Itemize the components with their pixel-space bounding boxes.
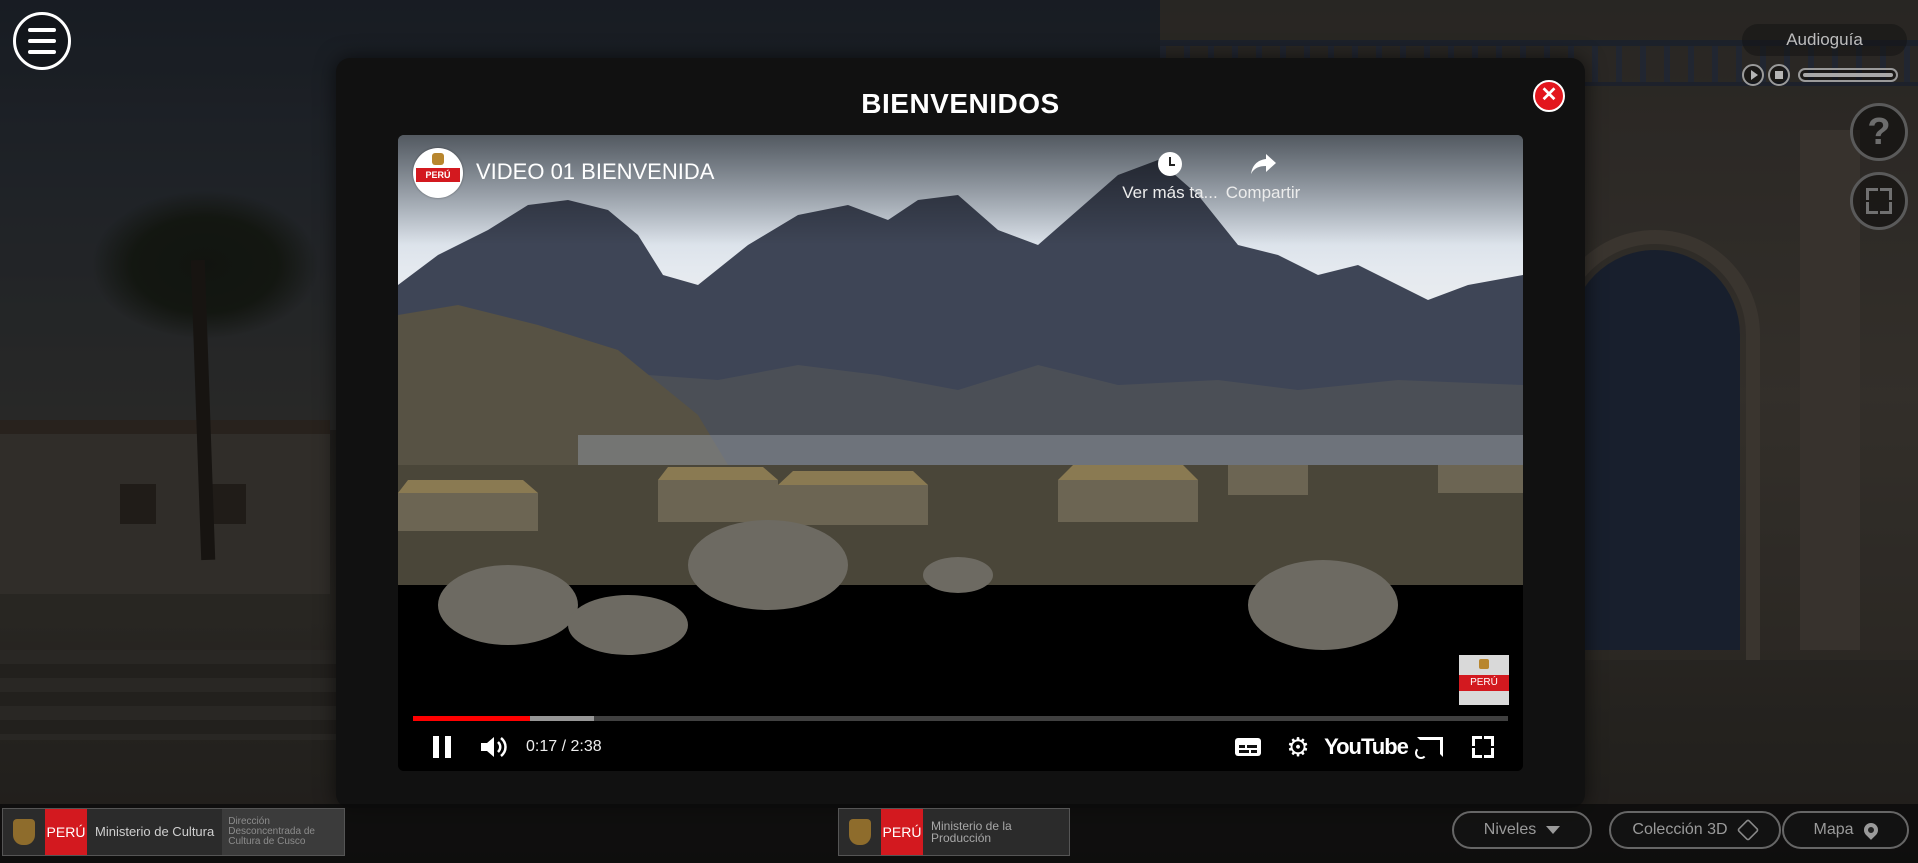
hamburger-icon	[28, 39, 56, 43]
fullscreen-icon	[1472, 736, 1494, 758]
share-icon	[1251, 154, 1276, 174]
audioguide-title: Audioguía	[1742, 24, 1907, 56]
cast-icon	[1415, 737, 1443, 759]
modal-title: BIENVENIDOS	[861, 88, 1060, 119]
watch-later-label: Ver más ta...	[1122, 183, 1218, 202]
watermark-text: PERÚ	[1459, 675, 1509, 691]
modal-close-button[interactable]: ✕	[1533, 80, 1565, 112]
play-icon	[1750, 70, 1758, 80]
audioguide-stop-button[interactable]	[1768, 64, 1790, 86]
chevron-down-icon	[1546, 826, 1561, 834]
cast-button[interactable]	[1413, 727, 1447, 767]
share-label: Compartir	[1225, 183, 1301, 202]
video-top-shade	[398, 135, 1523, 245]
youtube-logo-link[interactable]: YouTube	[1324, 727, 1409, 767]
audioguide-controls	[1742, 64, 1898, 86]
close-icon: ✕	[1540, 84, 1558, 106]
logo-sub-text: Dirección Desconcentrada de Cultura de C…	[222, 809, 345, 855]
share-button[interactable]: Compartir	[1213, 149, 1313, 203]
gear-icon: ⚙	[1286, 731, 1310, 762]
video-time: 0:17 / 2:38	[526, 738, 602, 755]
logo-peru-text: PERÚ	[45, 809, 87, 855]
collection-label: Colección 3D	[1632, 821, 1728, 838]
levels-label: Niveles	[1483, 821, 1537, 838]
volume-button[interactable]	[476, 727, 512, 767]
pause-button[interactable]	[426, 727, 458, 767]
peru-crest-icon	[1479, 659, 1489, 669]
subtitles-icon	[1235, 738, 1261, 756]
video-player[interactable]: PERÚ VIDEO 01 BIENVENIDA Ver más ta... C…	[398, 135, 1523, 771]
fullscreen-icon	[1866, 188, 1892, 214]
video-progress-bar[interactable]	[413, 716, 1508, 721]
logo-ministry-text: Ministerio de Cultura	[87, 809, 223, 855]
peru-crest-icon	[3, 809, 45, 855]
stop-icon	[1775, 71, 1783, 79]
pause-icon	[433, 736, 439, 758]
levels-dropdown[interactable]: Niveles	[1452, 811, 1592, 849]
video-title[interactable]: VIDEO 01 BIENVENIDA	[476, 159, 714, 185]
ministry-production-logo[interactable]: PERÚ Ministerio de la Producción	[838, 808, 1070, 856]
ministry-culture-logo[interactable]: PERÚ Ministerio de Cultura Dirección Des…	[2, 808, 346, 856]
pause-icon	[445, 736, 451, 758]
volume-icon	[481, 737, 507, 757]
video-frame	[398, 135, 1523, 771]
audioguide-progress-fill	[1803, 73, 1893, 77]
video-watermark[interactable]: PERÚ	[1459, 655, 1509, 705]
map-label: Mapa	[1813, 821, 1854, 838]
help-button[interactable]: ?	[1850, 103, 1908, 161]
video-controls: 0:17 / 2:38 ⚙ YouTube	[398, 727, 1523, 767]
audioguide-play-button[interactable]	[1742, 64, 1764, 86]
subtitles-button[interactable]	[1233, 727, 1263, 767]
watch-later-button[interactable]: Ver más ta...	[1120, 149, 1220, 203]
map-pin-icon	[1860, 820, 1881, 840]
map-button[interactable]: Mapa	[1782, 811, 1909, 849]
video-played-fill	[413, 716, 531, 721]
peru-crest-icon	[432, 153, 444, 165]
menu-button[interactable]	[13, 12, 71, 70]
hamburger-icon	[28, 28, 56, 32]
cube-icon	[1736, 818, 1759, 842]
channel-logo-text: PERÚ	[416, 168, 460, 182]
video-fullscreen-button[interactable]	[1466, 727, 1500, 767]
logo-peru-text: PERÚ	[881, 809, 923, 855]
peru-crest-icon	[839, 809, 881, 855]
audioguide-progress-bar[interactable]	[1798, 68, 1898, 82]
collection-3d-button[interactable]: Colección 3D	[1609, 811, 1781, 849]
question-icon: ?	[1867, 110, 1891, 153]
channel-logo[interactable]: PERÚ	[413, 148, 463, 198]
hamburger-icon	[28, 50, 56, 54]
logo-ministry-text: Ministerio de la Producción	[923, 809, 1069, 855]
clock-icon	[1158, 152, 1182, 176]
fullscreen-button[interactable]	[1850, 172, 1908, 230]
settings-button[interactable]: ⚙	[1283, 727, 1313, 767]
